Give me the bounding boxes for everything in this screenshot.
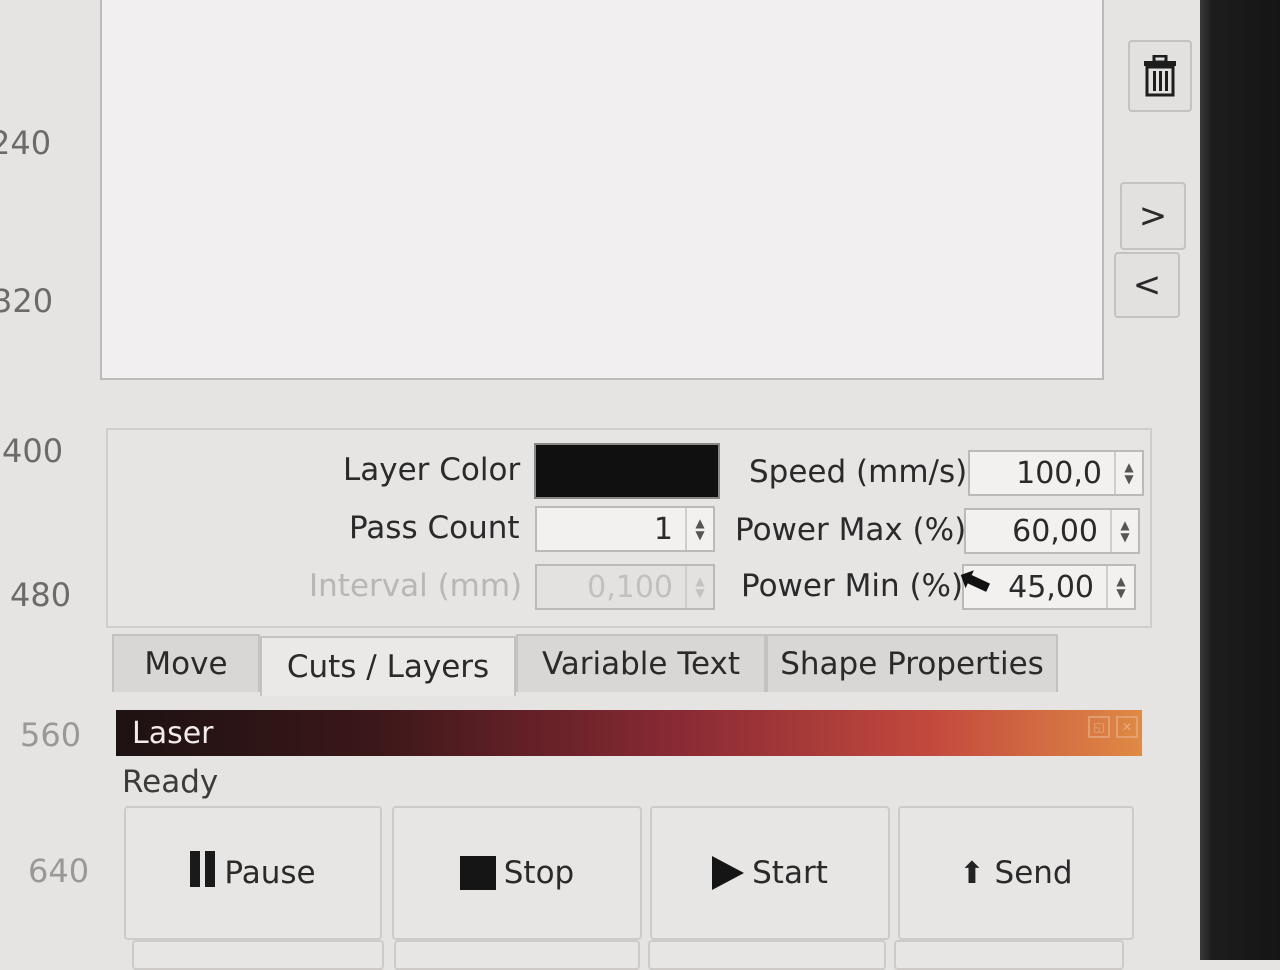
ruler-label-400: 400 (2, 432, 64, 470)
move-left-button[interactable]: < (1114, 252, 1180, 318)
upload-arrow-icon: ⬆ (959, 855, 985, 891)
spin-arrows-icon[interactable]: ▲ ▼ (1110, 510, 1138, 552)
stop-button[interactable]: Stop (392, 806, 642, 940)
send-label: Send (994, 855, 1073, 891)
pass-count-value: 1 (653, 511, 673, 547)
second-row-button[interactable] (394, 940, 640, 970)
tab-shape-properties[interactable]: Shape Properties (766, 634, 1058, 692)
spin-arrows-icon[interactable]: ▲ ▼ (1114, 452, 1142, 494)
chevron-right-icon: > (1138, 196, 1168, 236)
tab-cuts-layers[interactable]: Cuts / Layers (260, 636, 516, 696)
send-button[interactable]: ⬆ Send (898, 806, 1134, 940)
tab-move[interactable]: Move (112, 634, 260, 692)
pause-icon (190, 851, 220, 895)
move-right-button[interactable]: > (1120, 182, 1186, 250)
ruler-label-320: 320 (0, 282, 54, 320)
start-label: Start (752, 855, 828, 891)
pause-label: Pause (224, 855, 316, 891)
second-row-button[interactable] (648, 940, 886, 970)
power-max-value: 60,00 (1012, 513, 1098, 549)
speed-value: 100,0 (1016, 455, 1102, 491)
stop-icon (459, 856, 496, 890)
layer-color-label: Layer Color (343, 452, 521, 488)
close-panel-icon[interactable]: ✕ (1116, 716, 1138, 738)
layer-color-swatch[interactable] (534, 443, 720, 499)
speed-spinbox[interactable]: 100,0 ▲ ▼ (968, 450, 1144, 496)
pause-button[interactable]: Pause (124, 806, 382, 940)
float-panel-icon[interactable]: ◱ (1088, 716, 1110, 738)
ruler-label-560: 560 (20, 716, 82, 754)
ruler-label-640: 640 (28, 852, 90, 890)
monitor-bezel (1200, 0, 1280, 960)
power-min-label: Power Min (%) (741, 568, 964, 604)
laser-panel-titlebar: Laser ◱ ✕ (116, 710, 1142, 756)
speed-label: Speed (mm/s) (749, 454, 968, 490)
spin-arrows-icon[interactable]: ▲ ▼ (685, 566, 713, 608)
delete-layer-button[interactable] (1128, 40, 1192, 112)
play-icon (712, 856, 745, 890)
ruler-label-240: 240 (0, 124, 52, 162)
pass-count-label: Pass Count (349, 510, 520, 546)
stop-label: Stop (503, 855, 575, 891)
spin-arrows-icon[interactable]: ▲ ▼ (1106, 566, 1134, 608)
laser-panel-title: Laser (132, 715, 214, 751)
interval-spinbox[interactable]: 0,100 ▲ ▼ (535, 564, 715, 610)
interval-value: 0,100 (587, 569, 673, 605)
chevron-left-icon: < (1132, 265, 1162, 305)
spin-arrows-icon[interactable]: ▲ ▼ (685, 508, 713, 550)
laser-status-text: Ready (122, 764, 219, 800)
tab-variable-text[interactable]: Variable Text (516, 634, 766, 692)
trash-icon (1144, 55, 1176, 97)
second-row-button[interactable] (894, 940, 1124, 970)
start-button[interactable]: Start (650, 806, 890, 940)
pass-count-spinbox[interactable]: 1 ▲ ▼ (535, 506, 715, 552)
ruler-label-480: 480 (10, 576, 72, 614)
power-max-label: Power Max (%) (735, 512, 967, 548)
power-max-spinbox[interactable]: 60,00 ▲ ▼ (964, 508, 1140, 554)
interval-label: Interval (mm) (309, 568, 523, 604)
layer-list-area[interactable] (100, 0, 1104, 380)
second-row-button[interactable] (132, 940, 384, 970)
